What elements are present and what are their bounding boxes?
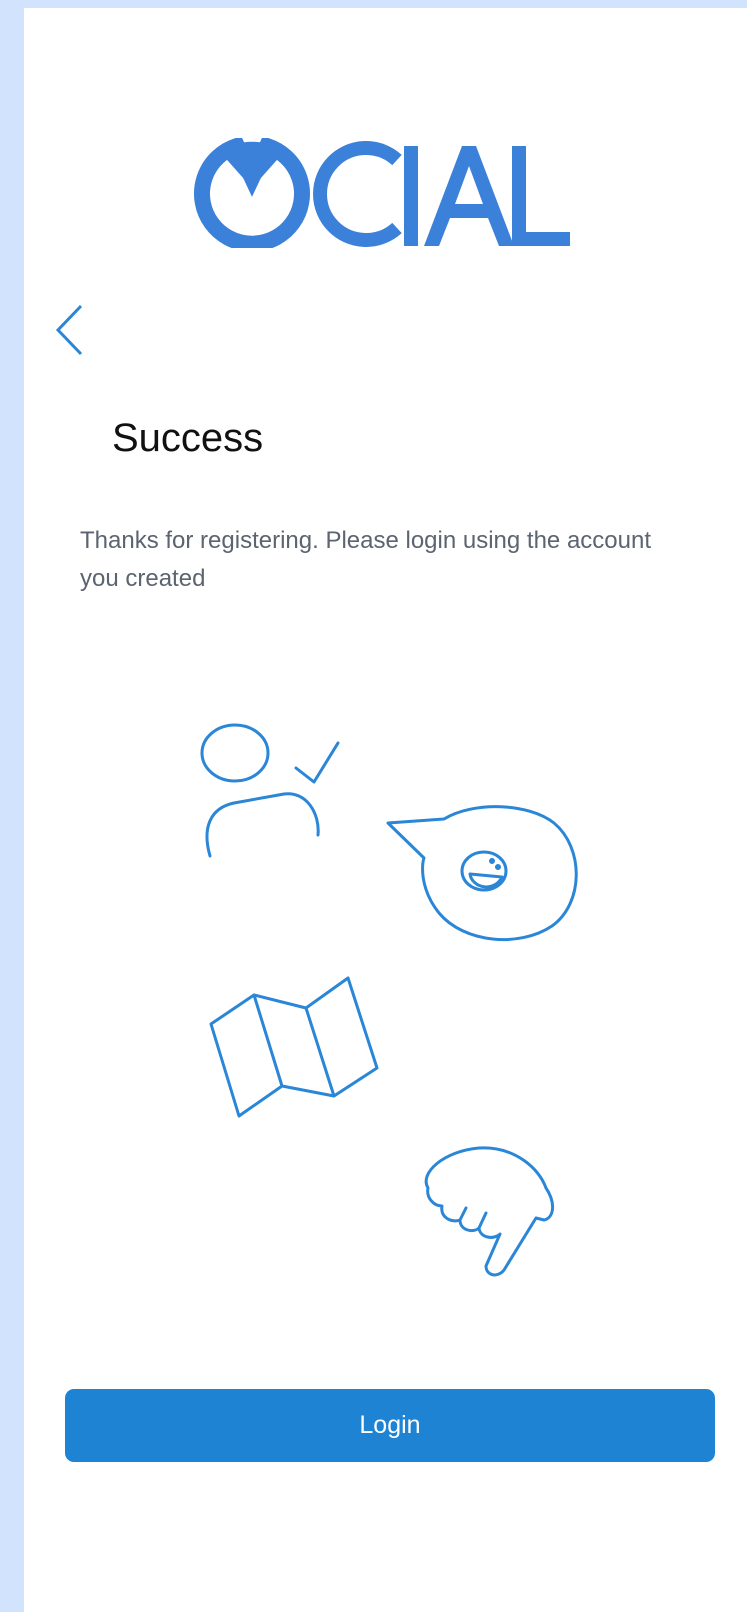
pointing-hand-icon xyxy=(424,1146,554,1277)
chevron-left-icon xyxy=(55,304,83,356)
success-screen: Success Thanks for registering. Please l… xyxy=(24,8,747,1612)
back-button[interactable] xyxy=(50,300,94,360)
speech-bubble-smiley-icon xyxy=(386,805,578,942)
logo-letter-l xyxy=(512,146,570,246)
brand-logo xyxy=(194,138,570,248)
folded-map-icon xyxy=(209,976,379,1118)
logo-mark-wedge-icon xyxy=(220,141,284,188)
logo-letter-c xyxy=(313,141,402,247)
logo-letter-i xyxy=(404,146,418,246)
login-button[interactable]: Login xyxy=(65,1389,715,1462)
user-check-icon xyxy=(200,723,340,858)
logo-letter-a xyxy=(424,146,514,246)
success-illustration xyxy=(200,723,578,1277)
page-title: Success xyxy=(112,416,264,460)
success-message: Thanks for registering. Please login usi… xyxy=(80,527,651,592)
